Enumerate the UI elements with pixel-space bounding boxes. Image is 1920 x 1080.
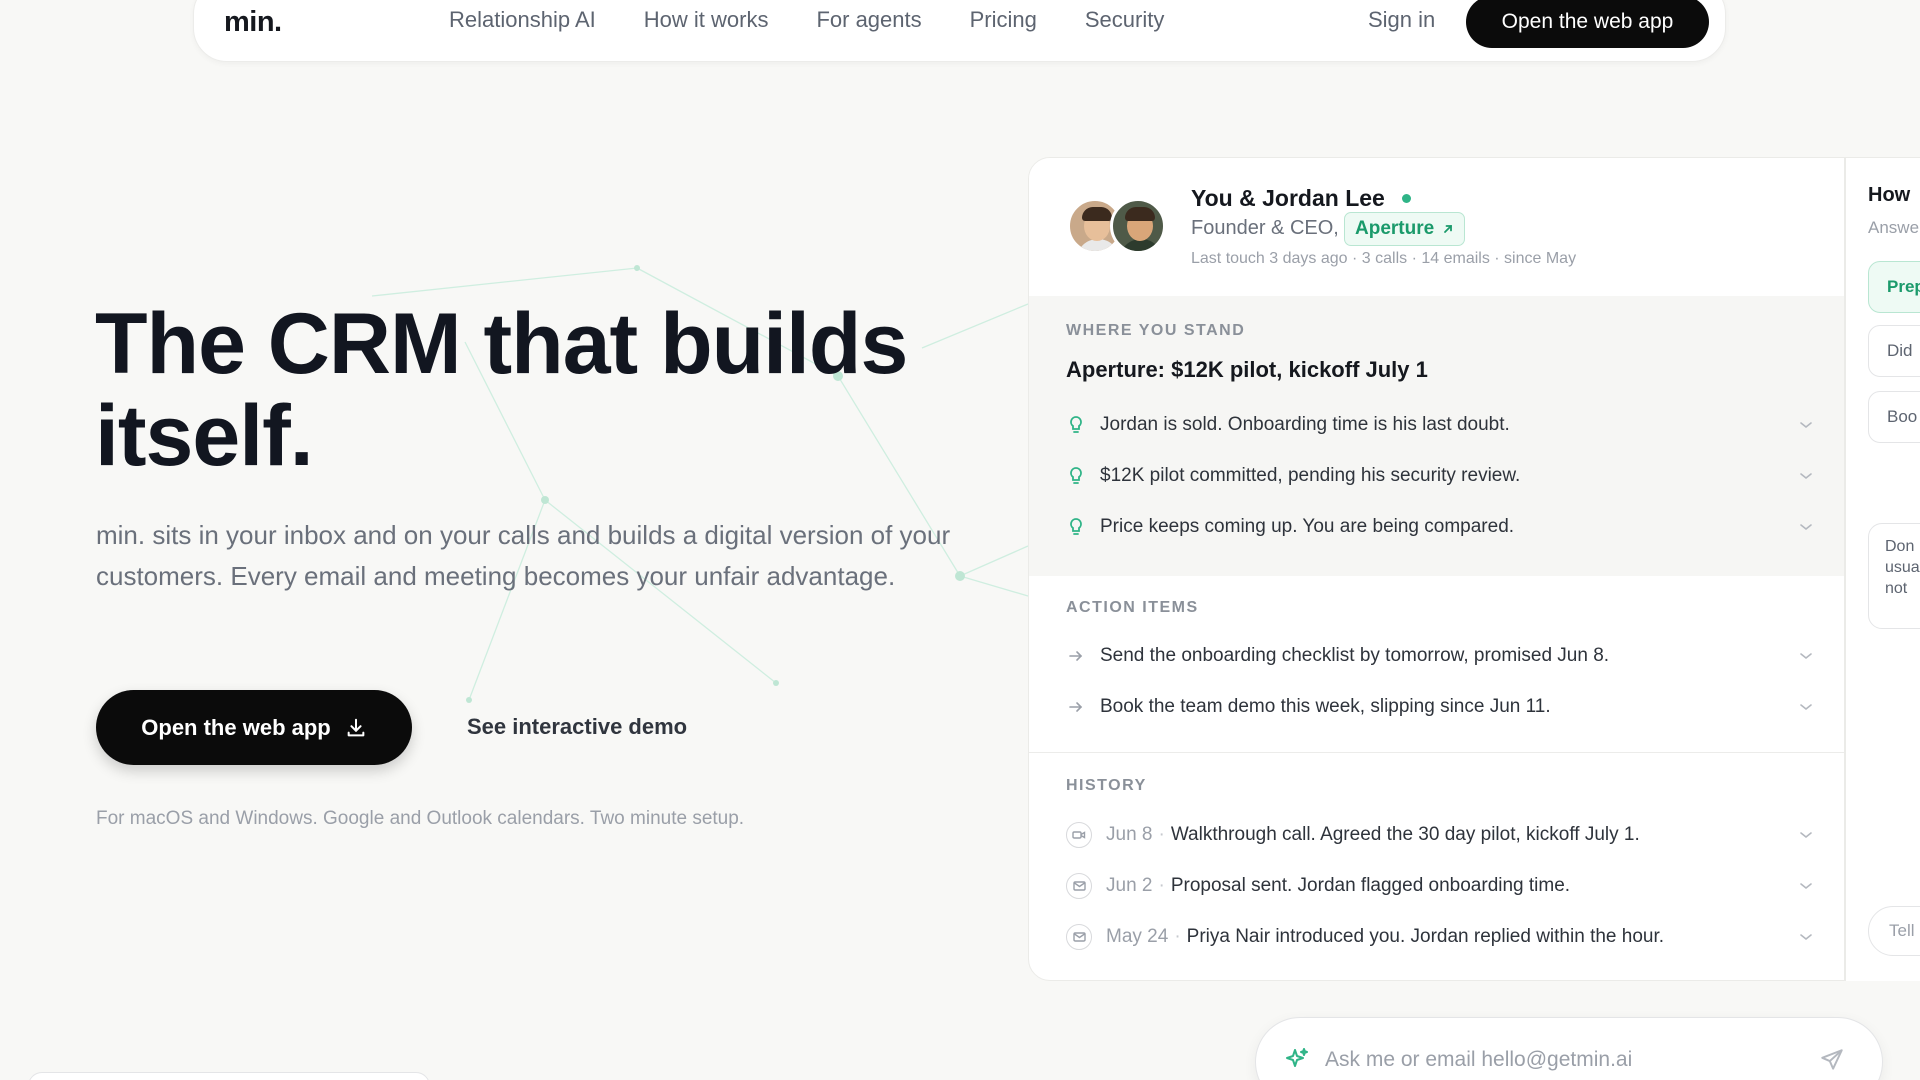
mail-icon bbox=[1066, 924, 1092, 950]
hero-cta-label: Open the web app bbox=[141, 714, 331, 740]
nav-link-security[interactable]: Security bbox=[1085, 7, 1164, 33]
history-text: Priya Nair introduced you. Jordan replie… bbox=[1186, 926, 1665, 947]
external-link-icon bbox=[1444, 225, 1453, 233]
stand-title: Aperture: $12K pilot, kickoff July 1 bbox=[1066, 357, 1428, 382]
avatar-jordan bbox=[1110, 198, 1166, 254]
logo[interactable]: min. bbox=[224, 6, 282, 39]
company-name: Aperture bbox=[1355, 218, 1435, 239]
company-tag[interactable]: Aperture bbox=[1344, 212, 1466, 246]
see-demo-link[interactable]: See interactive demo bbox=[467, 714, 687, 740]
chevron-down-icon[interactable] bbox=[1796, 523, 1816, 531]
send-icon[interactable] bbox=[1819, 1047, 1845, 1078]
sign-in-link[interactable]: Sign in bbox=[1368, 7, 1435, 33]
top-nav: min. Relationship AI How it works For ag… bbox=[193, 0, 1726, 62]
chevron-down-icon[interactable] bbox=[1796, 831, 1816, 839]
action-items-label: ACTION ITEMS bbox=[1066, 599, 1199, 616]
history-text: Walkthrough call. Agreed the 30 day pilo… bbox=[1170, 824, 1640, 845]
action-item-text: Book the team demo this week, slipping s… bbox=[1100, 696, 1551, 717]
chevron-down-icon[interactable] bbox=[1796, 882, 1816, 890]
history-date: May 24 bbox=[1106, 926, 1169, 947]
where-you-stand-label: WHERE YOU STAND bbox=[1066, 322, 1246, 339]
history-item[interactable]: May 24 · Priya Nair introduced you. Jord… bbox=[1066, 921, 1816, 953]
ask-bar[interactable]: Ask me or email hello@getmin.ai bbox=[1255, 1017, 1883, 1080]
side-panel-option[interactable]: Boo bbox=[1868, 391, 1920, 443]
contact-card: You & Jordan Lee Founder & CEO, Aperture… bbox=[1028, 157, 1845, 981]
lightbulb-icon bbox=[1066, 415, 1086, 435]
chevron-down-icon[interactable] bbox=[1796, 652, 1816, 660]
chevron-down-icon[interactable] bbox=[1796, 703, 1816, 711]
contact-role: Founder & CEO, bbox=[1191, 217, 1339, 239]
contact-name: You & Jordan Lee bbox=[1191, 185, 1385, 211]
hero-open-web-app-button[interactable]: Open the web app bbox=[96, 690, 412, 765]
action-item[interactable]: Send the onboarding checklist by tomorro… bbox=[1066, 640, 1816, 672]
bottom-card-stub bbox=[28, 1072, 430, 1080]
stand-item[interactable]: Price keeps coming up. You are being com… bbox=[1066, 511, 1816, 543]
arrow-right-icon bbox=[1066, 650, 1086, 662]
side-panel-option[interactable]: Prep bbox=[1868, 261, 1920, 313]
side-panel-title: How bbox=[1868, 184, 1911, 206]
chevron-down-icon[interactable] bbox=[1796, 421, 1816, 429]
note-line: Don bbox=[1885, 538, 1915, 555]
side-panel-subtitle: Answe bbox=[1868, 218, 1920, 237]
contact-meta: Last touch 3 days ago · 3 calls · 14 ema… bbox=[1191, 250, 1577, 267]
chevron-down-icon[interactable] bbox=[1796, 472, 1816, 480]
stand-item-text: $12K pilot committed, pending his securi… bbox=[1100, 465, 1521, 486]
arrow-right-icon bbox=[1066, 701, 1086, 713]
history-item[interactable]: Jun 2 · Proposal sent. Jordan flagged on… bbox=[1066, 870, 1816, 902]
mail-icon bbox=[1066, 873, 1092, 899]
chevron-down-icon[interactable] bbox=[1796, 933, 1816, 941]
hero-title: The CRM that builds itself. bbox=[95, 296, 908, 484]
stand-item[interactable]: $12K pilot committed, pending his securi… bbox=[1066, 460, 1816, 492]
assistant-side-panel: How Answe Prep Did Boo Don usua not Tell bbox=[1845, 157, 1920, 981]
stand-item[interactable]: Jordan is sold. Onboarding time is his l… bbox=[1066, 409, 1816, 441]
side-panel-input[interactable]: Tell bbox=[1868, 906, 1920, 956]
nav-link-relationship-ai[interactable]: Relationship AI bbox=[449, 7, 596, 33]
history-text: Proposal sent. Jordan flagged onboarding… bbox=[1170, 875, 1571, 896]
lightbulb-icon bbox=[1066, 466, 1086, 486]
history-item[interactable]: Jun 8 · Walkthrough call. Agreed the 30 … bbox=[1066, 819, 1816, 851]
download-icon bbox=[347, 718, 365, 736]
history-date: Jun 2 bbox=[1106, 875, 1153, 896]
nav-open-web-app-button[interactable]: Open the web app bbox=[1466, 0, 1709, 48]
note-line: usua bbox=[1885, 559, 1920, 576]
sparkle-icon bbox=[1284, 1046, 1310, 1077]
action-item[interactable]: Book the team demo this week, slipping s… bbox=[1066, 691, 1816, 723]
section-divider bbox=[1029, 752, 1844, 753]
history-label: HISTORY bbox=[1066, 777, 1147, 794]
side-panel-option[interactable]: Did bbox=[1868, 325, 1920, 377]
hero-subtitle: min. sits in your inbox and on your call… bbox=[96, 520, 951, 591]
note-line: not bbox=[1885, 580, 1908, 597]
nav-link-for-agents[interactable]: For agents bbox=[816, 7, 921, 33]
lightbulb-icon bbox=[1066, 517, 1086, 537]
nav-link-pricing[interactable]: Pricing bbox=[970, 7, 1037, 33]
video-icon bbox=[1066, 822, 1092, 848]
history-date: Jun 8 bbox=[1106, 824, 1153, 845]
hero-footnote: For macOS and Windows. Google and Outloo… bbox=[96, 808, 745, 829]
stand-item-text: Jordan is sold. Onboarding time is his l… bbox=[1100, 414, 1510, 435]
card-header: You & Jordan Lee Founder & CEO, Aperture… bbox=[1029, 158, 1844, 296]
online-status-dot bbox=[1402, 194, 1411, 203]
stand-item-text: Price keeps coming up. You are being com… bbox=[1100, 516, 1515, 537]
ask-input[interactable]: Ask me or email hello@getmin.ai bbox=[1325, 1048, 1632, 1072]
nav-link-how-it-works[interactable]: How it works bbox=[644, 7, 769, 33]
nav-links: Relationship AI How it works For agents … bbox=[449, 7, 1164, 33]
action-item-text: Send the onboarding checklist by tomorro… bbox=[1100, 645, 1610, 666]
side-panel-note: Don usua not bbox=[1868, 523, 1920, 629]
